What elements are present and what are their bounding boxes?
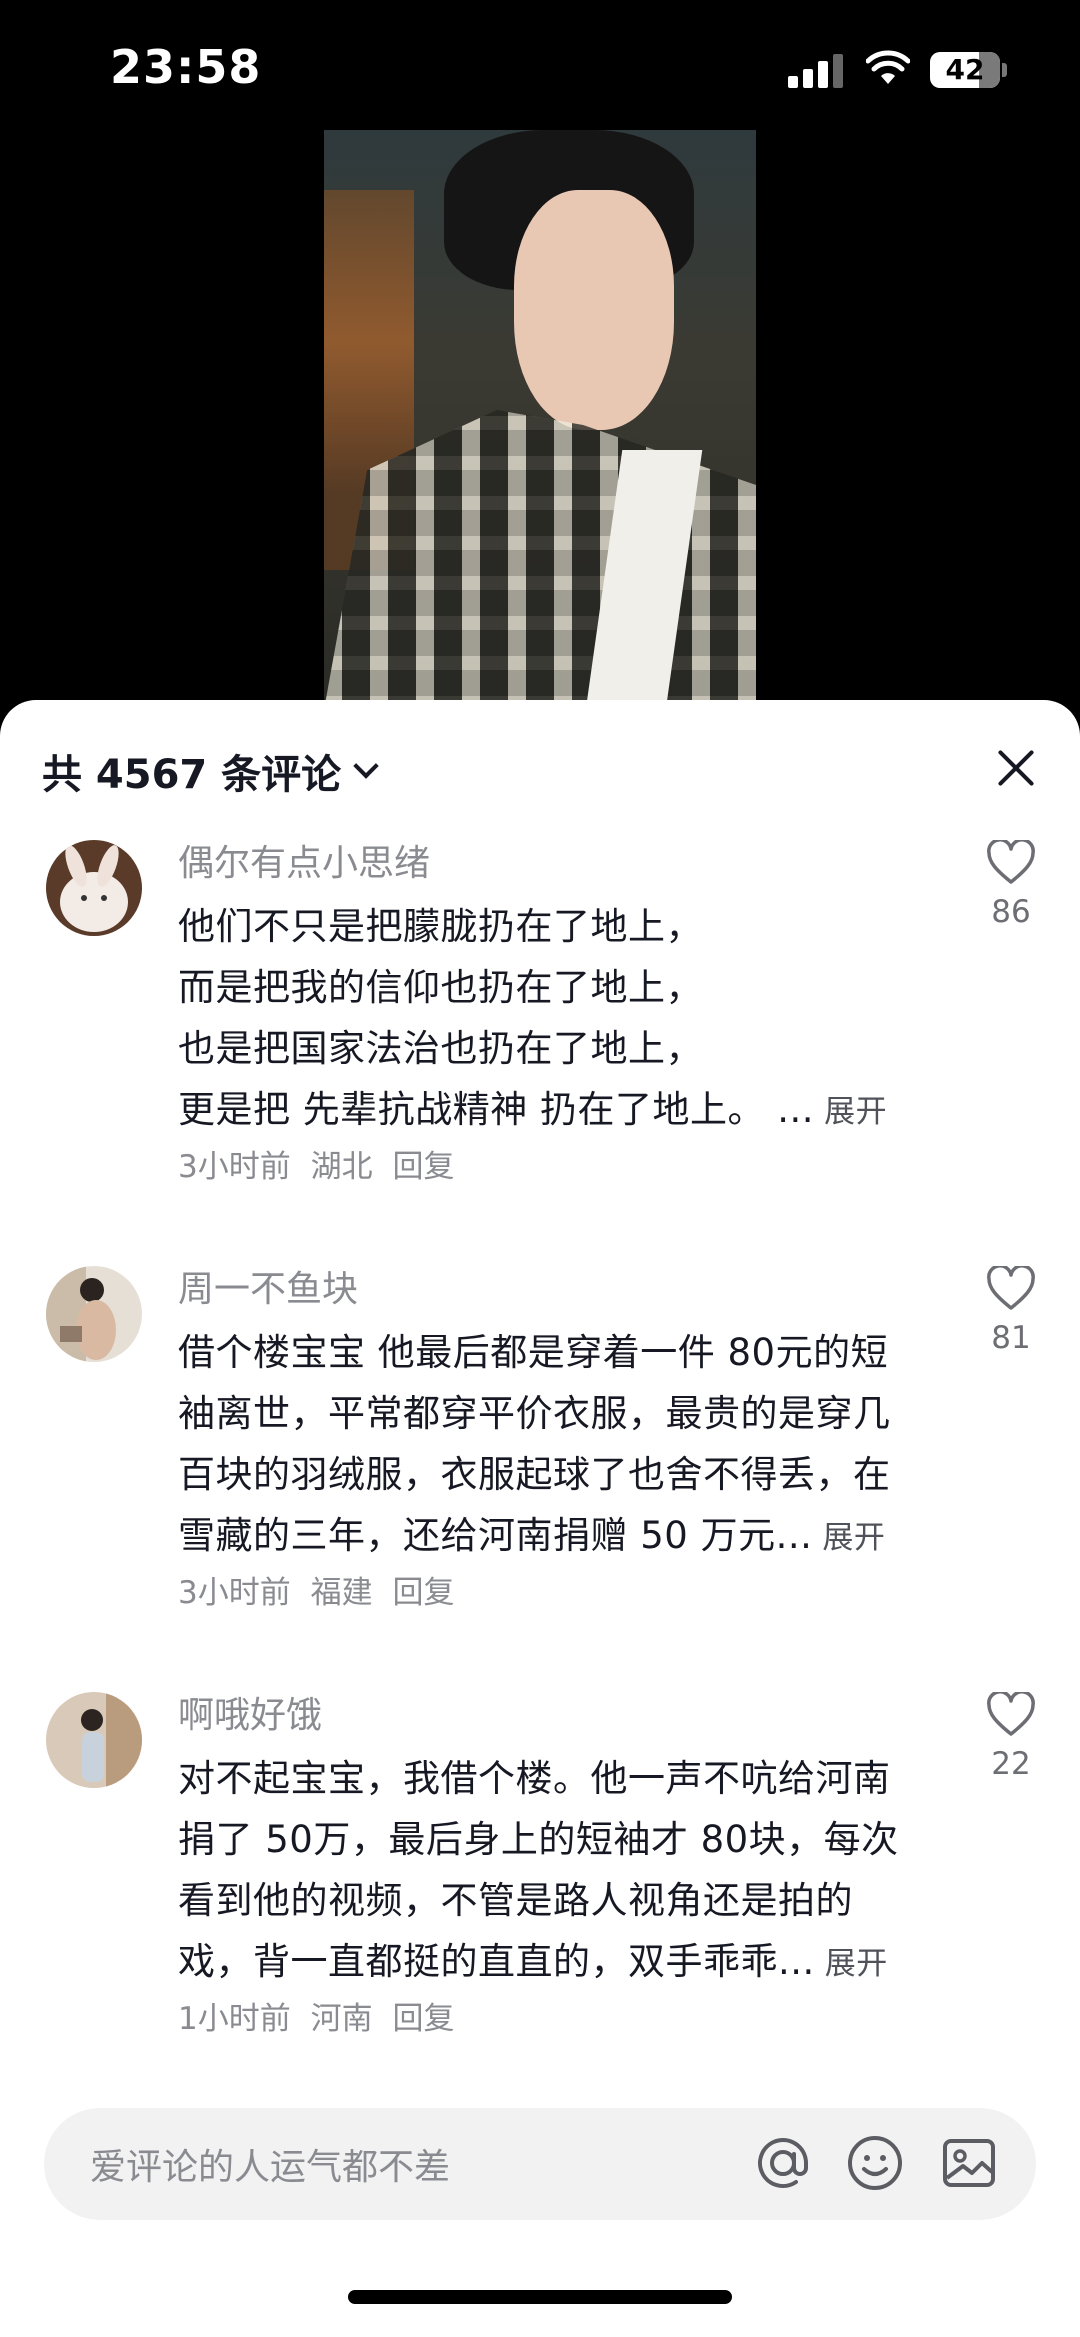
comment-text: 借个楼宝宝 他最后都是穿着一件 80元的短 袖离世，平常都穿平价衣服，最贵的是穿…	[178, 1322, 938, 1569]
comment-text: 他们不只是把朦胧扔在了地上， 而是把我的信仰也扔在了地上， 也是把国家法治也扔在…	[178, 896, 938, 1143]
comment-location: 福建	[310, 1575, 373, 1611]
comment-time: 3小时前	[178, 1149, 291, 1185]
comment-line: 对不起宝宝，我借个楼。他一声不吭给河南	[178, 1757, 891, 1800]
comment-line: 看到他的视频，不管是路人视角还是拍的	[178, 1879, 853, 1922]
avatar[interactable]	[46, 1266, 142, 1362]
comment-count-title[interactable]: 共 4567 条评论	[42, 742, 379, 800]
heart-icon	[987, 1264, 1035, 1310]
comment-username[interactable]: 周一不鱼块	[178, 1266, 938, 1322]
expand-link[interactable]: 展开	[825, 1946, 888, 1982]
like-count: 22	[991, 1746, 1031, 1782]
like-button[interactable]: 86	[978, 838, 1044, 930]
comment-meta: 3小时前 福建 回复	[178, 1569, 938, 1617]
reply-button[interactable]: 回复	[392, 1149, 454, 1185]
like-count: 86	[991, 894, 1031, 930]
comment-line: 戏，背一直都挺的直直的，双手乖乖...	[178, 1940, 815, 1983]
heart-icon	[987, 1690, 1035, 1736]
comment-line: 百块的羽绒服，衣服起球了也舍不得丢，在	[178, 1453, 891, 1496]
like-button[interactable]: 22	[978, 1690, 1044, 1782]
comment-time: 3小时前	[178, 1575, 291, 1611]
comment-input[interactable]: 爱评论的人运气都不差	[44, 2108, 1036, 2220]
avatar[interactable]	[46, 1692, 142, 1788]
comment-line: 袖离世，平常都穿平价衣服，最贵的是穿几	[178, 1392, 891, 1435]
comment-count-label: 共 4567 条评论	[42, 752, 342, 798]
comment-text: 对不起宝宝，我借个楼。他一声不吭给河南 捐了 50万，最后身上的短袖才 80块，…	[178, 1748, 938, 1995]
like-count: 81	[991, 1320, 1031, 1356]
battery-indicator: 42	[930, 52, 1000, 88]
status-time: 23:58	[110, 40, 262, 94]
comment-location: 河南	[310, 2001, 373, 2037]
home-indicator	[348, 2290, 732, 2304]
comment-sheet: 共 4567 条评论 偶尔有点小思绪 他们不只是把朦胧扔在了地上， 而是把我的信…	[0, 700, 1080, 2337]
comment-input-placeholder: 爱评论的人运气都不差	[90, 2147, 451, 2188]
comment-line: 借个楼宝宝 他最后都是穿着一件 80元的短	[178, 1331, 889, 1374]
cellular-signal-icon	[788, 52, 848, 88]
comment-sheet-header: 共 4567 条评论	[0, 700, 1080, 830]
expand-link[interactable]: 展开	[824, 1094, 887, 1130]
comment-line: 更是把 先辈抗战精神 扔在了地上。 ...	[178, 1088, 815, 1131]
comment-line: 他们不只是把朦胧扔在了地上，	[178, 905, 703, 948]
battery-tip	[1002, 63, 1007, 77]
comment-location: 湖北	[310, 1149, 373, 1185]
emoji-icon[interactable]	[844, 2132, 906, 2194]
comment-meta: 1小时前 河南 回复	[178, 1995, 938, 2043]
battery-level: 42	[945, 53, 985, 86]
comment-time: 1小时前	[178, 2001, 291, 2037]
comment-line: 雪藏的三年，还给河南捐赠 50 万元...	[178, 1514, 813, 1557]
status-bar: 23:58 42	[0, 0, 1080, 130]
wifi-icon	[866, 50, 910, 84]
like-button[interactable]: 81	[978, 1264, 1044, 1356]
video-player[interactable]	[324, 130, 756, 710]
comment-line: 而是把我的信仰也扔在了地上，	[178, 966, 703, 1009]
avatar[interactable]	[46, 840, 142, 936]
comment-username[interactable]: 啊哦好饿	[178, 1692, 938, 1748]
comment-meta: 3小时前 湖北 回复	[178, 1143, 938, 1191]
heart-icon	[987, 838, 1035, 884]
comment-line: 也是把国家法治也扔在了地上，	[178, 1027, 703, 1070]
reply-button[interactable]: 回复	[392, 2001, 454, 2037]
expand-link[interactable]: 展开	[822, 1520, 885, 1556]
comment-username[interactable]: 偶尔有点小思绪	[178, 840, 938, 896]
comment-line: 捐了 50万，最后身上的短袖才 80块，每次	[178, 1818, 899, 1861]
close-icon[interactable]	[992, 744, 1040, 792]
reply-button[interactable]: 回复	[392, 1575, 454, 1611]
at-icon[interactable]	[752, 2132, 814, 2194]
chevron-down-icon	[353, 753, 379, 779]
image-icon[interactable]	[938, 2132, 1000, 2194]
